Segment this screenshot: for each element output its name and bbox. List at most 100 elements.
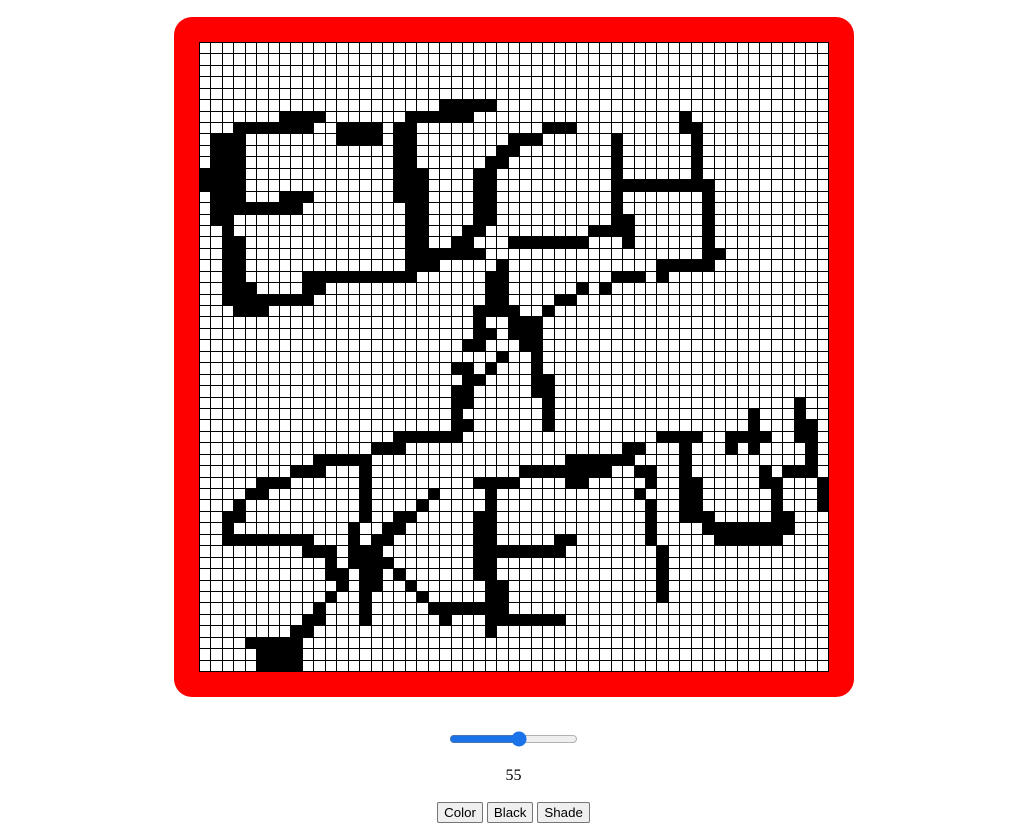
grid-cell[interactable]: [497, 123, 509, 135]
grid-cell[interactable]: [245, 294, 258, 307]
grid-cell[interactable]: [668, 374, 681, 387]
grid-cell[interactable]: [337, 271, 349, 284]
grid-cell[interactable]: [485, 111, 498, 124]
grid-cell[interactable]: [302, 260, 315, 272]
grid-cell[interactable]: [211, 363, 223, 375]
grid-cell[interactable]: [417, 569, 429, 581]
grid-cell[interactable]: [577, 363, 589, 375]
grid-cell[interactable]: [680, 111, 692, 124]
grid-cell[interactable]: [680, 386, 692, 398]
grid-cell[interactable]: [234, 386, 246, 398]
grid-cell[interactable]: [657, 214, 669, 226]
grid-cell[interactable]: [440, 557, 452, 570]
grid-cell[interactable]: [325, 557, 338, 570]
grid-cell[interactable]: [806, 374, 818, 387]
grid-cell[interactable]: [817, 271, 829, 284]
grid-cell[interactable]: [588, 557, 601, 570]
grid-cell[interactable]: [360, 43, 372, 55]
grid-cell[interactable]: [611, 271, 624, 284]
grid-cell[interactable]: [508, 180, 521, 192]
grid-cell[interactable]: [360, 283, 372, 295]
grid-cell[interactable]: [348, 88, 361, 101]
grid-cell[interactable]: [371, 294, 383, 307]
grid-cell[interactable]: [291, 546, 303, 558]
grid-cell[interactable]: [337, 660, 349, 672]
grid-cell[interactable]: [531, 580, 544, 592]
grid-cell[interactable]: [280, 443, 292, 455]
grid-cell[interactable]: [714, 225, 727, 238]
grid-cell[interactable]: [543, 260, 555, 272]
grid-cell[interactable]: [565, 88, 578, 101]
grid-cell[interactable]: [314, 397, 326, 409]
grid-cell[interactable]: [748, 306, 761, 318]
grid-cell[interactable]: [600, 271, 612, 284]
grid-cell[interactable]: [222, 431, 235, 444]
grid-cell[interactable]: [234, 225, 246, 238]
grid-cell[interactable]: [245, 603, 258, 615]
grid-cell[interactable]: [371, 54, 383, 66]
grid-cell[interactable]: [211, 306, 223, 318]
grid-cell[interactable]: [291, 294, 303, 307]
grid-cell[interactable]: [325, 477, 338, 490]
grid-cell[interactable]: [760, 54, 772, 66]
grid-cell[interactable]: [405, 351, 418, 364]
grid-cell[interactable]: [817, 420, 829, 432]
grid-cell[interactable]: [634, 65, 647, 78]
grid-cell[interactable]: [245, 534, 258, 547]
grid-cell[interactable]: [600, 466, 612, 478]
grid-cell[interactable]: [497, 88, 509, 101]
grid-cell[interactable]: [680, 569, 692, 581]
grid-cell[interactable]: [668, 225, 681, 238]
grid-cell[interactable]: [428, 340, 441, 352]
grid-cell[interactable]: [611, 363, 624, 375]
grid-cell[interactable]: [520, 511, 532, 524]
grid-cell[interactable]: [440, 306, 452, 318]
grid-cell[interactable]: [794, 431, 807, 444]
grid-cell[interactable]: [726, 43, 738, 55]
grid-cell[interactable]: [600, 626, 612, 638]
grid-cell[interactable]: [771, 614, 784, 627]
grid-cell[interactable]: [737, 54, 749, 66]
grid-cell[interactable]: [600, 569, 612, 581]
grid-cell[interactable]: [714, 271, 727, 284]
grid-cell[interactable]: [817, 191, 829, 204]
grid-cell[interactable]: [291, 603, 303, 615]
grid-cell[interactable]: [783, 100, 795, 112]
grid-cell[interactable]: [771, 180, 784, 192]
grid-cell[interactable]: [565, 351, 578, 364]
grid-cell[interactable]: [234, 614, 246, 627]
grid-cell[interactable]: [382, 134, 395, 146]
grid-cell[interactable]: [200, 340, 212, 352]
grid-cell[interactable]: [348, 111, 361, 124]
grid-cell[interactable]: [714, 191, 727, 204]
grid-cell[interactable]: [726, 157, 738, 169]
grid-cell[interactable]: [222, 191, 235, 204]
grid-cell[interactable]: [520, 363, 532, 375]
grid-cell[interactable]: [417, 65, 429, 78]
grid-cell[interactable]: [314, 180, 326, 192]
grid-cell[interactable]: [268, 191, 281, 204]
grid-cell[interactable]: [657, 408, 669, 421]
grid-cell[interactable]: [360, 271, 372, 284]
grid-cell[interactable]: [714, 603, 727, 615]
grid-cell[interactable]: [222, 225, 235, 238]
grid-cell[interactable]: [360, 431, 372, 444]
grid-cell[interactable]: [268, 431, 281, 444]
grid-cell[interactable]: [794, 340, 807, 352]
grid-cell[interactable]: [577, 340, 589, 352]
grid-cell[interactable]: [337, 386, 349, 398]
grid-cell[interactable]: [748, 123, 761, 135]
grid-cell[interactable]: [348, 157, 361, 169]
grid-cell[interactable]: [817, 123, 829, 135]
grid-cell[interactable]: [497, 237, 509, 249]
grid-cell[interactable]: [451, 534, 464, 547]
grid-cell[interactable]: [497, 77, 509, 89]
grid-cell[interactable]: [428, 649, 441, 661]
grid-cell[interactable]: [680, 580, 692, 592]
grid-cell[interactable]: [611, 77, 624, 89]
grid-cell[interactable]: [680, 191, 692, 204]
grid-cell[interactable]: [291, 306, 303, 318]
grid-cell[interactable]: [817, 134, 829, 146]
grid-cell[interactable]: [783, 649, 795, 661]
grid-cell[interactable]: [337, 603, 349, 615]
